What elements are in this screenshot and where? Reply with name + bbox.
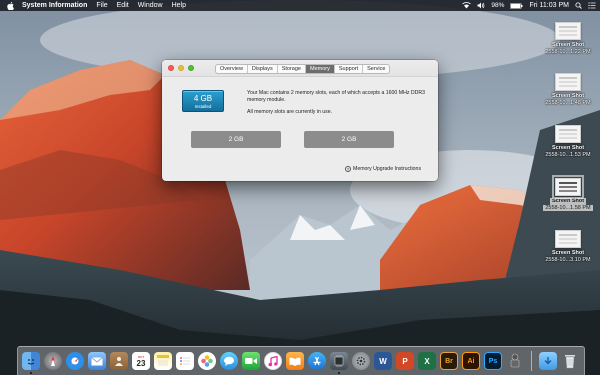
- calendar-icon[interactable]: OCT 23: [132, 352, 150, 370]
- zoom-button[interactable]: [188, 65, 194, 71]
- photoshop-icon[interactable]: Ps: [484, 352, 502, 370]
- desktop-file-detail: 2558-10...1.58 PM: [543, 204, 593, 211]
- powerpoint-icon[interactable]: P: [396, 352, 414, 370]
- battery-icon[interactable]: [510, 0, 523, 11]
- automator-icon[interactable]: [506, 352, 524, 370]
- memory-slot-2: 2 GB: [304, 131, 394, 148]
- desktop-file-screenshot[interactable]: Screen Shot 2558-10...1.48 PM: [540, 73, 596, 106]
- system-preferences-icon[interactable]: [352, 352, 370, 370]
- menu-window[interactable]: Window: [138, 0, 163, 11]
- illustrator-icon[interactable]: Ai: [462, 352, 480, 370]
- notes-icon[interactable]: [154, 352, 172, 370]
- dock-separator: [531, 351, 532, 371]
- tab-service[interactable]: Service: [363, 65, 389, 73]
- calendar-day: 23: [136, 358, 146, 368]
- battery-percent[interactable]: 98%: [491, 0, 504, 11]
- desktop-file-detail: 2558-10...1.53 PM: [545, 151, 591, 158]
- volume-icon[interactable]: [477, 0, 485, 11]
- tab-memory[interactable]: Memory: [305, 65, 335, 73]
- menu-app-name[interactable]: System Information: [22, 0, 87, 11]
- tab-bar: Overview Displays Storage Memory Support…: [215, 64, 391, 74]
- menu-bar: System Information File Edit Window Help…: [0, 0, 600, 11]
- window-titlebar[interactable]: Overview Displays Storage Memory Support…: [162, 60, 438, 77]
- dock: OCT 23 W P X Br Ai Ps: [17, 346, 585, 375]
- about-this-mac-window: Overview Displays Storage Memory Support…: [162, 60, 438, 181]
- screenshot-thumbnail-icon: [555, 125, 581, 143]
- excel-icon[interactable]: X: [418, 352, 436, 370]
- memory-size: 4 GB: [193, 94, 213, 103]
- screenshot-thumbnail-icon: [555, 22, 581, 40]
- memory-upgrade-label: Memory Upgrade Instructions: [353, 166, 422, 172]
- ibooks-icon[interactable]: [286, 352, 304, 370]
- tab-displays[interactable]: Displays: [248, 65, 278, 73]
- memory-slot-1: 2 GB: [191, 131, 281, 148]
- screenshot-thumbnail-icon: [552, 175, 584, 199]
- tab-overview[interactable]: Overview: [216, 65, 248, 73]
- tab-support[interactable]: Support: [335, 65, 364, 73]
- app-store-icon[interactable]: [308, 352, 326, 370]
- spotlight-icon[interactable]: [575, 0, 582, 11]
- reminders-icon[interactable]: [176, 352, 194, 370]
- launchpad-icon[interactable]: [44, 352, 62, 370]
- system-information-icon[interactable]: [330, 352, 348, 374]
- desktop-file-detail: 2558-10...3.10 PM: [545, 256, 591, 263]
- memory-status: Installed: [194, 104, 212, 109]
- contacts-icon[interactable]: [110, 352, 128, 370]
- desktop-file-detail: 2558-10...1.22 PM: [545, 48, 591, 55]
- tab-storage[interactable]: Storage: [278, 65, 306, 73]
- wifi-icon[interactable]: [462, 0, 472, 11]
- memory-slot-usage: All memory slots are currently in use.: [247, 109, 333, 115]
- safari-icon[interactable]: [66, 352, 84, 370]
- running-indicator: [30, 372, 32, 374]
- menu-clock[interactable]: Fri 11:03 PM: [529, 0, 569, 11]
- downloads-folder-icon[interactable]: [539, 352, 557, 370]
- memory-description: Your Mac contains 2 memory slots, each o…: [247, 90, 427, 116]
- desktop-file-detail: 2558-10...1.48 PM: [545, 99, 591, 106]
- apple-menu-icon[interactable]: [6, 1, 14, 10]
- minimize-button[interactable]: [178, 65, 184, 71]
- facetime-icon[interactable]: [242, 352, 260, 370]
- desktop-wallpaper: [0, 0, 600, 375]
- itunes-icon[interactable]: [264, 352, 282, 370]
- memory-installed-badge: 4 GB Installed: [182, 90, 224, 112]
- menu-help[interactable]: Help: [172, 0, 186, 11]
- help-icon: ?: [345, 166, 351, 172]
- memory-slot-info: Your Mac contains 2 memory slots, each o…: [247, 90, 425, 103]
- mail-icon[interactable]: [88, 352, 106, 370]
- desktop-file-screenshot[interactable]: Screen Shot 2558-10...1.22 PM: [540, 22, 596, 55]
- screenshot-thumbnail-icon: [555, 230, 581, 248]
- running-indicator: [338, 372, 340, 374]
- menu-edit[interactable]: Edit: [117, 0, 129, 11]
- desktop-file-screenshot-selected[interactable]: Screen Shot 2558-10...1.58 PM: [540, 175, 596, 211]
- screenshot-thumbnail-icon: [555, 73, 581, 91]
- notification-center-icon[interactable]: [588, 0, 596, 11]
- trash-icon[interactable]: [561, 352, 579, 370]
- finder-icon[interactable]: [22, 352, 40, 374]
- memory-upgrade-link[interactable]: ? Memory Upgrade Instructions: [345, 166, 421, 172]
- desktop-file-screenshot[interactable]: Screen Shot 2558-10...1.53 PM: [540, 125, 596, 158]
- desktop-file-screenshot[interactable]: Screen Shot 2558-10...3.10 PM: [540, 230, 596, 263]
- menu-file[interactable]: File: [96, 0, 107, 11]
- bridge-icon[interactable]: Br: [440, 352, 458, 370]
- photos-icon[interactable]: [198, 352, 216, 370]
- word-icon[interactable]: W: [374, 352, 392, 370]
- messages-icon[interactable]: [220, 352, 238, 370]
- close-button[interactable]: [168, 65, 174, 71]
